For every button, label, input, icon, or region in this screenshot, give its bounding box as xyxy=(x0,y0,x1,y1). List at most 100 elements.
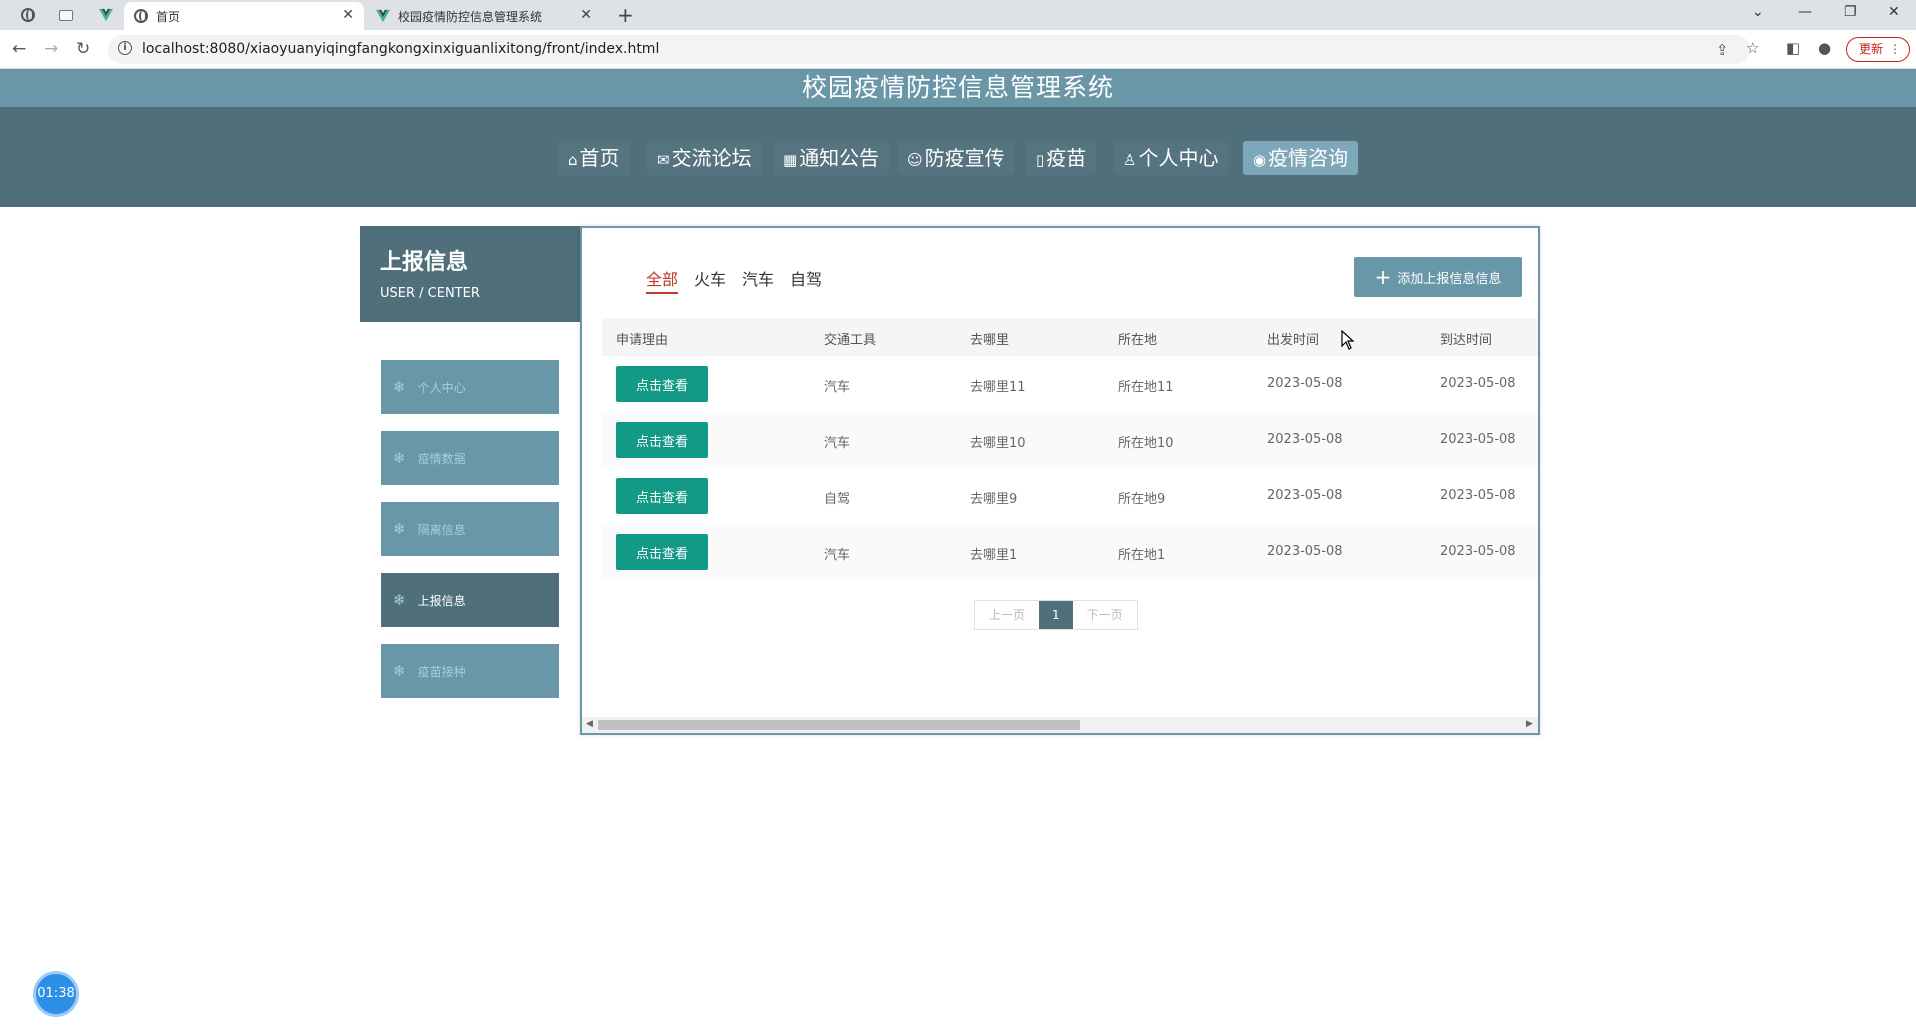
restore-icon[interactable]: ❐ xyxy=(1844,4,1857,20)
nav-consultation[interactable]: ◉ 疫情咨询 xyxy=(1243,141,1359,175)
nav-vaccine[interactable]: ▯ 疫苗 xyxy=(1026,141,1097,175)
nav-label: 疫情咨询 xyxy=(1268,146,1349,170)
view-details-button[interactable]: 点击查看 xyxy=(616,366,708,402)
url-text[interactable]: localhost:8080/xiaoyuanyiqingfangkongxin… xyxy=(142,41,659,57)
cell-depart-time: 2023-05-08 xyxy=(1267,488,1343,503)
new-tab-icon[interactable]: + xyxy=(617,3,634,27)
cell-transport: 汽车 xyxy=(824,436,851,451)
column-header-transport: 交通工具 xyxy=(824,333,877,348)
horizontal-scrollbar[interactable]: ◀ ▶ xyxy=(582,717,1538,733)
sidebar-item-epidemic-data[interactable]: ❄ 疫情数据 xyxy=(381,431,559,485)
update-button[interactable]: 更新 ⋮ xyxy=(1846,37,1910,62)
forward-icon[interactable]: → xyxy=(44,39,58,59)
nav-forum[interactable]: ✉ 交流论坛 xyxy=(647,141,762,175)
filter-train[interactable]: 火车 xyxy=(694,266,726,294)
bookmark-star-icon[interactable]: ☆ xyxy=(1746,39,1759,57)
sidebar-item-label: 疫苗接种 xyxy=(417,664,466,679)
site-info-icon[interactable]: i xyxy=(118,41,132,55)
site-title-bar: 校园疫情防控信息管理系统 xyxy=(0,69,1916,107)
site-title: 校园疫情防控信息管理系统 xyxy=(801,73,1114,102)
tab-system[interactable]: 校园疫情防控信息管理系统 ✕ xyxy=(366,2,602,30)
column-header-reason: 申请理由 xyxy=(616,333,669,348)
cell-depart-time: 2023-05-08 xyxy=(1267,544,1343,559)
page-number-button[interactable]: 1 xyxy=(1039,601,1073,629)
table-row: 点击查看 自驾 去哪里9 所在地9 2023-05-08 2023-05-08 xyxy=(602,468,1538,524)
report-table: 申请理由 交通工具 去哪里 所在地 出发时间 到达时间 点击查看 汽车 去哪里1… xyxy=(602,318,1538,580)
scroll-left-icon[interactable]: ◀ xyxy=(586,719,593,729)
cell-destination: 去哪里10 xyxy=(970,436,1026,451)
transport-filter-tabs: 全部 火车 汽车 自驾 xyxy=(646,266,838,294)
close-icon[interactable]: ✕ xyxy=(342,7,354,23)
browser-tab-bar: 首页 ✕ 校园疫情防控信息管理系统 ✕ + ⌄ — ❐ ✕ xyxy=(0,0,1916,30)
cell-transport: 汽车 xyxy=(824,380,851,395)
timer-badge[interactable]: 01:38 xyxy=(33,971,79,1017)
back-icon[interactable]: ← xyxy=(12,39,26,59)
minimize-icon[interactable]: — xyxy=(1798,4,1812,20)
sidebar-subtitle: USER / CENTER xyxy=(380,286,480,301)
sidebar-item-vaccination[interactable]: ❄ 疫苗接种 xyxy=(381,644,559,698)
next-page-button[interactable]: 下一页 xyxy=(1073,601,1137,629)
pinned-tab-vue[interactable] xyxy=(92,5,120,25)
table-row: 点击查看 汽车 去哪里11 所在地11 2023-05-08 2023-05-0… xyxy=(602,356,1538,412)
user-icon: ♙ xyxy=(1123,151,1137,169)
sidebar-header: 上报信息 USER / CENTER xyxy=(360,226,580,322)
globe-icon xyxy=(21,8,35,22)
close-icon[interactable]: ✕ xyxy=(580,7,592,23)
scroll-right-icon[interactable]: ▶ xyxy=(1526,719,1533,729)
sidebar-item-personal-center[interactable]: ❄ 个人中心 xyxy=(381,360,559,414)
kebab-menu-icon: ⋮ xyxy=(1889,42,1901,56)
window-close-icon[interactable]: ✕ xyxy=(1888,4,1900,20)
prev-page-button[interactable]: 上一页 xyxy=(975,601,1039,629)
document-icon: ▯ xyxy=(1036,151,1045,169)
view-details-button[interactable]: 点击查看 xyxy=(616,422,708,458)
snowflake-icon: ❄ xyxy=(393,591,406,609)
filter-bus[interactable]: 汽车 xyxy=(742,266,774,294)
cell-location: 所在地11 xyxy=(1118,380,1174,395)
column-header-arrive-time: 到达时间 xyxy=(1440,333,1493,348)
nav-label: 交流论坛 xyxy=(671,146,752,170)
sidebar-item-label: 隔离信息 xyxy=(417,522,466,537)
column-header-destination: 去哪里 xyxy=(970,333,1010,348)
pagination: 上一页 1 下一页 xyxy=(974,600,1138,630)
cell-transport: 自驾 xyxy=(824,492,851,507)
cell-location: 所在地9 xyxy=(1118,492,1166,507)
nav-notices[interactable]: ▦ 通知公告 xyxy=(773,141,890,175)
scrollbar-thumb[interactable] xyxy=(598,720,1080,730)
share-icon[interactable]: ⇪ xyxy=(1716,41,1729,59)
address-bar[interactable]: i localhost:8080/xiaoyuanyiqingfangkongx… xyxy=(108,35,1750,64)
tab-title: 校园疫情防控信息管理系统 xyxy=(398,9,543,24)
nav-home[interactable]: ⌂ 首页 xyxy=(558,141,630,175)
nav-epidemic-promo[interactable]: ☺ 防疫宣传 xyxy=(897,141,1015,175)
sidebar-item-label: 疫情数据 xyxy=(417,451,466,466)
nav-label: 个人中心 xyxy=(1138,146,1219,170)
blank-page-icon xyxy=(59,9,73,21)
profile-icon[interactable]: ● xyxy=(1818,39,1831,57)
plus-icon: + xyxy=(1374,265,1392,289)
reload-icon[interactable]: ↻ xyxy=(76,39,90,59)
pinned-tab-blank[interactable] xyxy=(52,5,80,25)
sidebar-item-report-info[interactable]: ❄ 上报信息 xyxy=(381,573,559,627)
nav-label: 疫苗 xyxy=(1046,146,1087,170)
vue-logo-icon xyxy=(99,8,113,22)
pinned-tab-globe[interactable] xyxy=(14,5,42,25)
sidebar-title: 上报信息 xyxy=(380,250,469,275)
cell-location: 所在地10 xyxy=(1118,436,1174,451)
nav-personal-center[interactable]: ♙ 个人中心 xyxy=(1113,141,1229,175)
add-report-button[interactable]: + 添加上报信息信息 xyxy=(1354,257,1522,297)
view-details-button[interactable]: 点击查看 xyxy=(616,478,708,514)
tab-home[interactable]: 首页 ✕ xyxy=(124,2,364,30)
side-panel-icon[interactable]: ◧ xyxy=(1786,39,1800,57)
cell-destination: 去哪里1 xyxy=(970,548,1018,563)
cell-arrive-time: 2023-05-08 xyxy=(1440,432,1516,447)
filter-self-drive[interactable]: 自驾 xyxy=(790,266,822,294)
table-header: 申请理由 交通工具 去哪里 所在地 出发时间 到达时间 xyxy=(602,318,1538,356)
sidebar-item-isolation-info[interactable]: ❄ 隔离信息 xyxy=(381,502,559,556)
nav-label: 通知公告 xyxy=(799,146,880,170)
view-details-button[interactable]: 点击查看 xyxy=(616,534,708,570)
filter-all[interactable]: 全部 xyxy=(646,266,679,294)
mail-icon: ✉ xyxy=(657,151,670,169)
tab-search-chevron-icon[interactable]: ⌄ xyxy=(1752,4,1764,20)
sidebar-item-label: 个人中心 xyxy=(417,380,466,395)
nav-label: 首页 xyxy=(579,146,620,170)
column-header-depart-time: 出发时间 xyxy=(1267,333,1320,348)
